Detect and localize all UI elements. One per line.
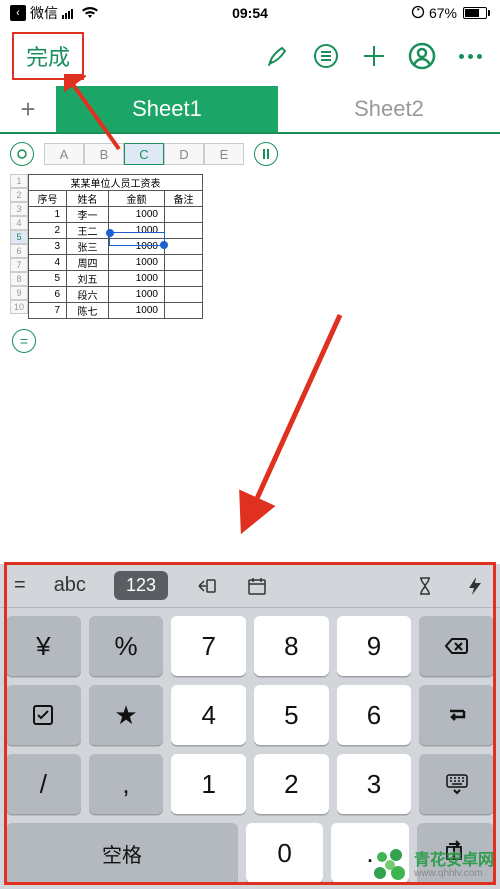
- key-slash[interactable]: /: [6, 754, 81, 814]
- spreadsheet-grid[interactable]: 某某单位人员工资表 序号 姓名 金额 备注 1李一1000 2王二1000 3张…: [28, 174, 203, 319]
- key-0[interactable]: 0: [246, 823, 323, 883]
- column-headers: A B C D E: [44, 143, 244, 165]
- sheet-area[interactable]: 1 2 3 4 5 6 7 8 9 10 某某单位人员工资表 序号 姓名 金额 …: [0, 174, 500, 319]
- row-num[interactable]: 5: [10, 230, 28, 244]
- key-hide-keyboard[interactable]: [419, 754, 494, 814]
- table-row: 3张三1000: [29, 239, 203, 255]
- profile-icon[interactable]: [404, 38, 440, 74]
- numeric-keypad: ¥ % 7 8 9 ★ 4 5 6 / , 1 2 3: [0, 608, 500, 889]
- table-row: 2王二1000: [29, 223, 203, 239]
- keyboard-toolbar: = abc 123: [0, 564, 500, 608]
- watermark-logo-icon: [374, 849, 408, 883]
- status-app-name: 微信: [30, 3, 58, 23]
- table-row: 5刘五1000: [29, 271, 203, 287]
- table-row: 4周四1000: [29, 255, 203, 271]
- table-header[interactable]: 序号: [29, 191, 67, 207]
- sheet-tab-1[interactable]: Sheet1: [56, 86, 278, 132]
- key-4[interactable]: 4: [171, 685, 246, 745]
- watermark-url: www.qhhlv.com: [414, 869, 494, 879]
- table-row: 6段六1000: [29, 287, 203, 303]
- key-2[interactable]: 2: [254, 754, 329, 814]
- col-E[interactable]: E: [204, 143, 244, 165]
- key-8[interactable]: 8: [254, 616, 329, 676]
- table-header[interactable]: 金额: [109, 191, 165, 207]
- table-row: 7陈七1000: [29, 303, 203, 319]
- done-button[interactable]: 完成: [12, 32, 84, 80]
- table-header[interactable]: 姓名: [67, 191, 109, 207]
- tab-nav-icon[interactable]: [196, 575, 218, 597]
- row-num[interactable]: 10: [10, 300, 28, 314]
- row-num[interactable]: 9: [10, 286, 28, 300]
- abc-mode-button[interactable]: abc: [54, 574, 86, 597]
- plus-icon[interactable]: [356, 38, 392, 74]
- column-header-row: A B C D E: [0, 134, 500, 174]
- key-5[interactable]: 5: [254, 685, 329, 745]
- equals-button[interactable]: =: [14, 574, 26, 597]
- key-yen[interactable]: ¥: [6, 616, 81, 676]
- format-brush-icon[interactable]: [260, 38, 296, 74]
- table-row: 1李一1000: [29, 207, 203, 223]
- key-checkbox[interactable]: [6, 685, 81, 745]
- status-time: 09:54: [232, 5, 268, 21]
- key-comma[interactable]: ,: [89, 754, 164, 814]
- key-percent[interactable]: %: [89, 616, 164, 676]
- date-picker-icon[interactable]: [246, 575, 268, 597]
- row-num[interactable]: 4: [10, 216, 28, 230]
- menu-dots-icon[interactable]: [452, 38, 488, 74]
- sheet-tab-2[interactable]: Sheet2: [278, 86, 500, 132]
- row-num[interactable]: 8: [10, 272, 28, 286]
- col-B[interactable]: B: [84, 143, 124, 165]
- pause-circle-button[interactable]: [254, 142, 278, 166]
- row-numbers: 1 2 3 4 5 6 7 8 9 10: [10, 174, 28, 319]
- annotation-arrow: [130, 310, 350, 540]
- key-3[interactable]: 3: [337, 754, 412, 814]
- table-title[interactable]: 某某单位人员工资表: [29, 175, 203, 191]
- key-backspace[interactable]: [419, 616, 494, 676]
- key-1[interactable]: 1: [171, 754, 246, 814]
- wifi-icon: [82, 7, 98, 19]
- sheet-tabs: + Sheet1 Sheet2: [0, 86, 500, 134]
- battery-pct: 67%: [429, 5, 457, 21]
- row-num[interactable]: 3: [10, 202, 28, 216]
- key-space[interactable]: 空格: [6, 823, 238, 883]
- key-star[interactable]: ★: [89, 685, 164, 745]
- row-num[interactable]: 2: [10, 188, 28, 202]
- watermark: 青花安卓网 www.qhhlv.com: [374, 849, 494, 883]
- key-next-row[interactable]: [419, 685, 494, 745]
- row-num[interactable]: 1: [10, 174, 28, 188]
- signal-icon: [62, 8, 78, 19]
- app-toolbar: 完成: [0, 26, 500, 86]
- col-A[interactable]: A: [44, 143, 84, 165]
- key-6[interactable]: 6: [337, 685, 412, 745]
- record-circle-button[interactable]: [10, 142, 34, 166]
- row-num[interactable]: 7: [10, 258, 28, 272]
- col-D[interactable]: D: [164, 143, 204, 165]
- keyboard: = abc 123 ¥ % 7 8 9: [0, 564, 500, 889]
- row-num[interactable]: 6: [10, 244, 28, 258]
- lightning-icon[interactable]: [464, 575, 486, 597]
- status-bar: ‹ 微信 09:54 67%: [0, 0, 500, 26]
- add-sheet-button[interactable]: +: [0, 86, 56, 132]
- formula-button[interactable]: =: [12, 329, 36, 353]
- col-C[interactable]: C: [124, 143, 164, 165]
- back-icon[interactable]: ‹: [10, 5, 26, 21]
- watermark-title: 青花安卓网: [414, 853, 494, 869]
- key-7[interactable]: 7: [171, 616, 246, 676]
- key-9[interactable]: 9: [337, 616, 412, 676]
- battery-icon: [461, 7, 490, 19]
- rotation-lock-icon: [411, 5, 425, 22]
- list-circle-icon[interactable]: [308, 38, 344, 74]
- hourglass-icon[interactable]: [414, 575, 436, 597]
- numeric-mode-button[interactable]: 123: [114, 571, 168, 600]
- table-header[interactable]: 备注: [165, 191, 203, 207]
